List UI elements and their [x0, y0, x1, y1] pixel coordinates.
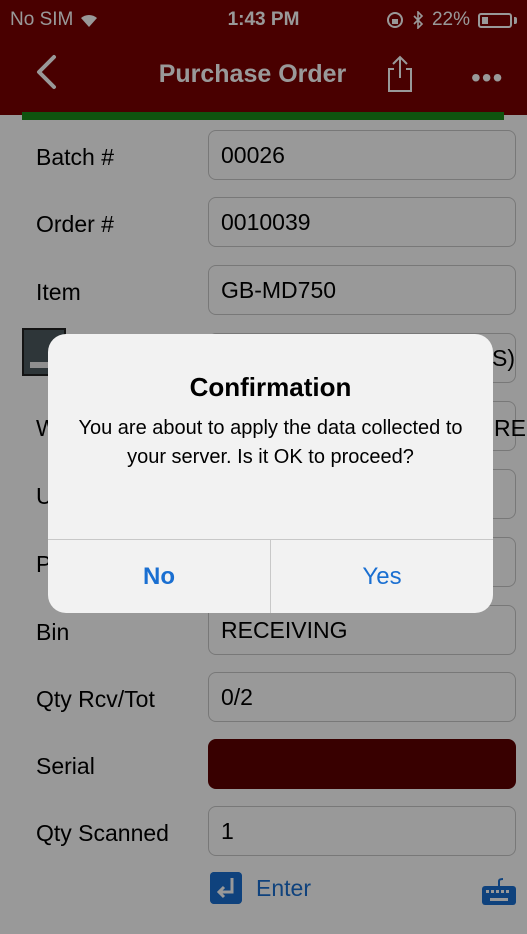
dialog-actions: No Yes	[48, 539, 493, 613]
dialog-title: Confirmation	[189, 372, 352, 402]
no-button[interactable]: No	[48, 540, 271, 613]
yes-button[interactable]: Yes	[271, 540, 493, 613]
confirmation-dialog: Confirmation You are about to apply the …	[48, 334, 493, 613]
dialog-message: You are about to apply the data collecte…	[78, 417, 463, 468]
